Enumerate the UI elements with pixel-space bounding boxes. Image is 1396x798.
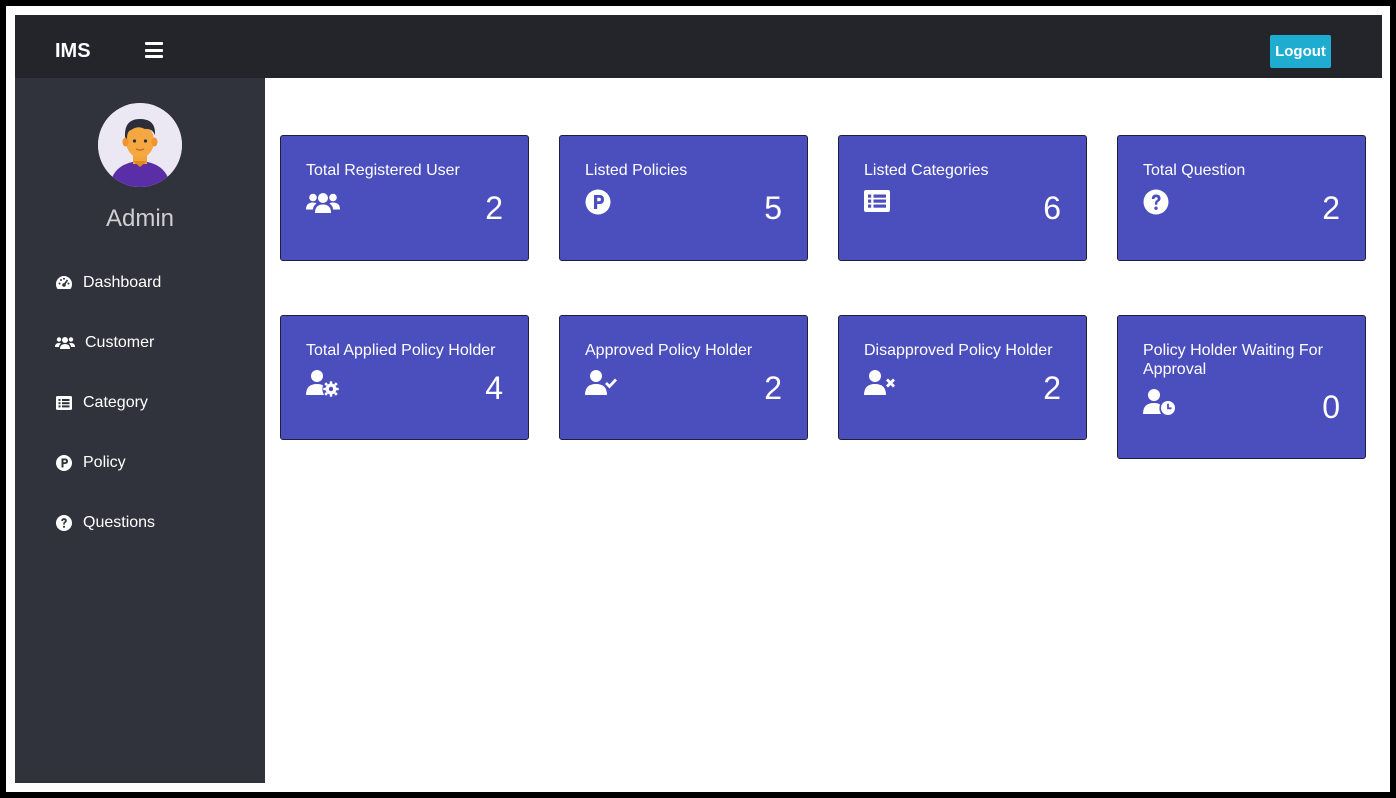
stat-card-total-questions[interactable]: Total Question 2 (1117, 135, 1366, 261)
app: IMS Logout Admin Dashboard Customer Cate… (15, 15, 1382, 783)
sidebar-item-label: Customer (85, 334, 155, 351)
logout-button[interactable]: Logout (1270, 35, 1331, 68)
card-title: Total Question (1143, 162, 1246, 179)
card-title: Policy Holder Waiting For Approval (1143, 342, 1323, 378)
stat-card-listed-policies[interactable]: Listed Policies 5 (559, 135, 808, 261)
card-title: Approved Policy Holder (585, 342, 753, 359)
sidebar-item-label: Policy (83, 454, 126, 471)
card-title: Total Registered User (306, 162, 460, 179)
user-clock-icon (1143, 388, 1177, 416)
stat-card-disapproved-policy-holders[interactable]: Disapproved Policy Holder 2 (838, 315, 1087, 440)
stat-card-approved-policy-holders[interactable]: Approved Policy Holder 2 (559, 315, 808, 440)
stat-card-applied-policy-holders[interactable]: Total Applied Policy Holder 4 (280, 315, 529, 440)
user-name: Admin (105, 205, 175, 232)
card-count: 2 (1043, 370, 1061, 406)
question-circle-icon (1143, 189, 1177, 217)
parking-icon (585, 189, 619, 217)
sidebar-item-policy[interactable]: Policy (55, 451, 255, 475)
users-icon (55, 334, 75, 352)
sidebar: Admin Dashboard Customer Category Policy (15, 78, 265, 783)
card-title: Listed Policies (585, 162, 688, 179)
card-count: 0 (1322, 389, 1340, 425)
sidebar-item-label: Category (83, 394, 148, 411)
card-title: Disapproved Policy Holder (864, 342, 1053, 359)
user-cog-icon (306, 369, 340, 397)
avatar (98, 103, 182, 187)
brand-logo[interactable]: IMS (55, 39, 91, 63)
card-count: 2 (485, 190, 503, 226)
card-count: 4 (485, 370, 503, 406)
card-count: 6 (1043, 190, 1061, 226)
sidebar-item-dashboard[interactable]: Dashboard (55, 271, 255, 295)
list-icon (864, 189, 898, 217)
card-count: 2 (1322, 190, 1340, 226)
sidebar-item-customer[interactable]: Customer (55, 331, 255, 355)
card-title: Listed Categories (864, 162, 989, 179)
parking-icon (55, 454, 73, 472)
user-times-icon (864, 369, 898, 397)
user-check-icon (585, 369, 619, 397)
sidebar-item-questions[interactable]: Questions (55, 511, 255, 535)
tachometer-icon (55, 274, 73, 292)
list-icon (55, 394, 73, 412)
sidebar-item-label: Questions (83, 514, 156, 531)
stat-card-waiting-policy-holders[interactable]: Policy Holder Waiting For Approval 0 (1117, 315, 1366, 459)
card-count: 5 (764, 190, 782, 226)
top-navbar: IMS Logout (15, 15, 1382, 78)
card-count: 2 (764, 370, 782, 406)
sidebar-item-label: Dashboard (83, 274, 162, 291)
card-title: Total Applied Policy Holder (306, 342, 496, 359)
hamburger-menu-icon[interactable] (145, 42, 163, 58)
sidebar-item-category[interactable]: Category (55, 391, 255, 415)
stat-card-registered-users[interactable]: Total Registered User 2 (280, 135, 529, 261)
question-circle-icon (55, 514, 73, 532)
users-icon (306, 189, 340, 217)
stat-card-listed-categories[interactable]: Listed Categories 6 (838, 135, 1087, 261)
